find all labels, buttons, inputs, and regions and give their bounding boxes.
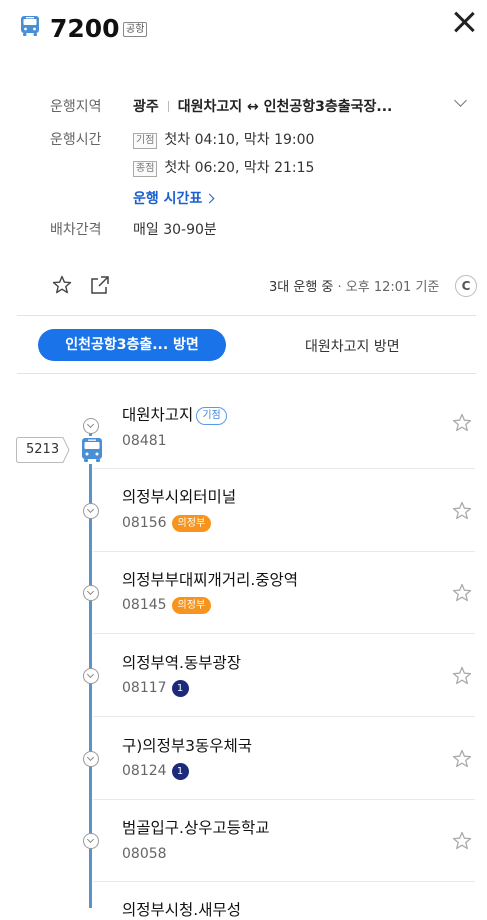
stop-code-row: 08156 의정부 (122, 515, 212, 532)
refresh-button[interactable]: C (455, 275, 477, 297)
stop-name[interactable]: 의정부시청.새무성 (122, 898, 241, 920)
row-divider (93, 633, 475, 634)
stop-code: 08145 (122, 597, 167, 613)
city-badge: 의정부 (171, 515, 212, 532)
start-badge: 기점 (133, 133, 158, 149)
star-icon[interactable] (452, 501, 472, 521)
end-times: 첫차 06:20, 막차 21:15 (164, 160, 315, 176)
stop-node-icon[interactable] (83, 833, 99, 849)
stop-name[interactable]: 의정부부대찌개거리.중앙역 (122, 568, 298, 590)
stop-code: 08117 (122, 680, 167, 696)
stop-name: 대원차고지 (122, 406, 194, 424)
stop-name[interactable]: 범골입구.상우고등학교 (122, 816, 270, 838)
stop-code: 08058 (122, 846, 167, 862)
row-divider (93, 881, 475, 882)
stop-name-row[interactable]: 대원차고지 기점 (122, 403, 227, 425)
star-icon[interactable] (452, 583, 472, 603)
region-from: 광주 (133, 99, 159, 115)
stop-code: 08124 (122, 763, 167, 779)
route-number: 7200 (50, 14, 120, 43)
stop-code: 08156 (122, 515, 167, 531)
stop-node-icon[interactable] (83, 418, 99, 434)
interval-label: 배차간격 (50, 222, 102, 238)
tab-direction-incheon-airport[interactable]: 인천공항3층출... 방면 (38, 329, 226, 361)
region-value: 광주 대원차고지 ↔ 인천공항3층출국장... (133, 96, 392, 116)
stop-code-row: 08124 1 (122, 763, 189, 780)
running-status: 3대 운행 중 · 오후 12:01 기준 (269, 276, 439, 295)
stop-node-icon[interactable] (83, 503, 99, 519)
updated-time: 오후 12:01 기준 (345, 280, 440, 295)
stop-code-row: 08145 의정부 (122, 597, 212, 614)
chevron-down-icon[interactable] (454, 94, 467, 107)
section-divider (17, 315, 476, 316)
timetable-link-label: 운행 시간표 (133, 191, 203, 207)
start-point-badge: 기점 (196, 407, 227, 425)
stop-name[interactable]: 의정부역.동부광장 (122, 651, 241, 673)
tab-direction-daewon-garage[interactable]: 대원차고지 방면 (305, 336, 400, 356)
star-icon[interactable] (452, 749, 472, 769)
favorite-star-icon[interactable] (52, 275, 72, 295)
subway-line-badge: 1 (171, 680, 189, 697)
star-icon[interactable] (452, 413, 472, 433)
region-route: 대원차고지 ↔ 인천공항3층출국장... (177, 99, 393, 115)
stop-name[interactable]: 의정부시외터미널 (122, 485, 236, 507)
stop-code-row: 08117 1 (122, 680, 189, 697)
stop-node-icon[interactable] (83, 751, 99, 767)
route-type-badge: 공항 (123, 22, 148, 37)
interval-value: 매일 30-90분 (133, 222, 217, 238)
subway-line-badge: 1 (171, 763, 189, 780)
row-divider (93, 716, 475, 717)
stop-node-icon[interactable] (83, 585, 99, 601)
row-divider (93, 551, 475, 552)
row-divider (93, 799, 475, 800)
close-button[interactable] (450, 8, 478, 36)
row-divider (93, 468, 475, 469)
region-divider (167, 101, 169, 112)
status-separator: · (333, 280, 346, 295)
chevron-right-icon (204, 193, 215, 204)
timetable-link[interactable]: 운행 시간표 (133, 188, 215, 208)
time-label: 운행시간 (50, 132, 102, 148)
stop-node-icon[interactable] (83, 668, 99, 684)
start-times: 첫차 04:10, 막차 19:00 (164, 132, 315, 148)
end-times-row: 종점 첫차 06:20, 막차 21:15 (133, 157, 314, 177)
stop-code: 08481 (122, 433, 167, 449)
star-icon[interactable] (452, 831, 472, 851)
end-badge: 종점 (133, 161, 158, 177)
bus-icon (21, 16, 39, 36)
region-label: 운행지역 (50, 99, 102, 115)
running-count: 3대 운행 중 (269, 280, 334, 295)
bus-marker-icon[interactable] (79, 436, 105, 464)
star-icon[interactable] (452, 666, 472, 686)
start-times-row: 기점 첫차 04:10, 막차 19:00 (133, 129, 314, 149)
tabs-divider (17, 373, 476, 374)
city-badge: 의정부 (171, 597, 212, 614)
share-icon[interactable] (89, 275, 110, 295)
bus-plate-number: 5213 (26, 442, 60, 457)
stop-name[interactable]: 구)의정부3동우체국 (122, 734, 252, 756)
